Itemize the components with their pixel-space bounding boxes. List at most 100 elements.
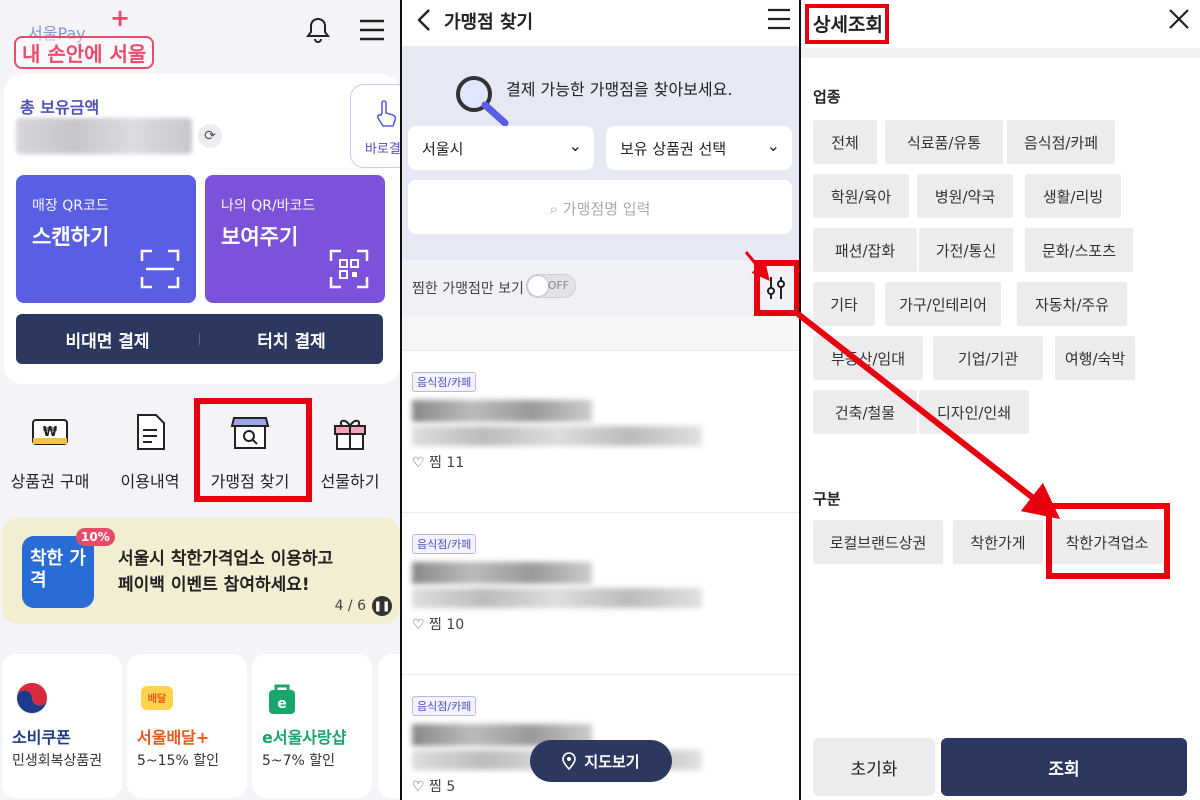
banner-line-2: 페이백 이벤트 참여하세요! (118, 575, 310, 595)
region-select-value: 서울시 (422, 140, 464, 158)
promo-banner[interactable]: 착한 가격 10% 서울시 착한가격업소 이용하고 페이백 이벤트 참여하세요!… (2, 518, 400, 624)
finder-hero: 결제 가능한 가맹점을 찾아보세요. 서울시 ⌄ 보유 상품권 선택 ⌄ ⌕ 가… (402, 46, 799, 260)
location-pin-icon (562, 752, 577, 770)
region-select[interactable]: 서울시 ⌄ (408, 126, 594, 170)
division-chip[interactable]: 로컬브랜드상권 (813, 520, 943, 564)
industry-chip[interactable]: 전체 (813, 120, 877, 164)
hero-text: 결제 가능한 가맹점을 찾아보세요. (506, 80, 733, 99)
banner-line-1: 서울시 착한가격업소 이용하고 (118, 549, 334, 569)
industry-chip[interactable]: 문화/스포츠 (1025, 228, 1133, 272)
logo-slogan: 내 손안에 서울 (14, 36, 155, 69)
scan-qr-tile[interactable]: 매장 QR코드 스캔하기 (16, 175, 196, 303)
menu-buy-voucher[interactable]: ₩ 상품권 구매 (0, 400, 100, 492)
division-section-label: 구분 (813, 490, 841, 508)
likes-count: ♡ 찜 11 (412, 452, 789, 472)
promo-card-e-seoul-shop[interactable]: e e서울사랑샵 5~7% 할인 (252, 654, 372, 798)
balance-amount-blurred (16, 118, 192, 154)
industry-chip[interactable]: 가전/통신 (919, 228, 1013, 272)
industry-chip[interactable]: 기타 (813, 282, 875, 326)
payment-bar: 비대면 결제 터치 결제 (16, 314, 383, 364)
chevron-down-icon: ⌄ (766, 136, 780, 155)
voucher-select[interactable]: 보유 상품권 선택 ⌄ (606, 126, 792, 170)
list-item[interactable]: 음식점/카페 ♡ 찜 11 (402, 350, 799, 512)
show-tile-caption: 나의 QR/바코드 (221, 198, 316, 214)
plus-icon: + (110, 4, 131, 32)
hamburger-menu-icon[interactable] (767, 8, 791, 34)
gift-icon (334, 419, 366, 450)
bell-icon[interactable] (304, 16, 332, 44)
division-chip[interactable]: 착한가게 (953, 520, 1043, 564)
finder-header: 가맹점 찾기 (402, 0, 799, 46)
back-arrow-icon[interactable] (416, 8, 432, 38)
heart-icon[interactable]: ♡ (412, 779, 425, 795)
discount-badge: 10% (76, 528, 115, 546)
favorites-toggle[interactable]: OFF (526, 274, 576, 298)
promo-title: 서울배달+ (137, 728, 210, 747)
industry-chip[interactable]: 건축/철물 (813, 390, 917, 434)
seoulpay-logo: 서울Pay + 내 손안에 서울 (14, 4, 174, 69)
industry-chip[interactable]: 식료품/유통 (885, 120, 1003, 164)
menu-label: 이용내역 (120, 472, 180, 491)
list-item[interactable]: 음식점/카페 ♡ 찜 10 (402, 512, 799, 674)
highlight-box-filter (754, 260, 799, 316)
good-price-icon: 착한 가격 (22, 536, 94, 608)
qr-code-icon (329, 249, 369, 289)
touch-payment-button[interactable]: 터치 결제 (200, 327, 383, 352)
menu-label: 선물하기 (320, 472, 380, 491)
industry-chip[interactable]: 생활/리빙 (1025, 174, 1121, 218)
hand-pointer-icon (376, 100, 397, 127)
banner-text: 서울시 착한가격업소 이용하고 페이백 이벤트 참여하세요! (118, 546, 333, 598)
promo-card-partial[interactable] (378, 654, 400, 798)
banner-page-indicator: 4 / 6 (334, 598, 366, 614)
industry-chip[interactable]: 자동차/주유 (1017, 282, 1127, 326)
promo-card-seoul-delivery[interactable]: 배달 서울배달+ 5~15% 할인 (127, 654, 247, 798)
industry-chip[interactable]: 여행/숙박 (1055, 336, 1135, 380)
map-view-button[interactable]: 지도보기 (530, 740, 672, 782)
promo-subtitle: 5~15% 할인 (137, 753, 219, 769)
shortcut-button[interactable]: 바로결 (350, 84, 400, 168)
industry-chip[interactable]: 병원/약국 (917, 174, 1013, 218)
close-icon[interactable] (1168, 8, 1190, 36)
magnifier-icon (456, 76, 509, 127)
voucher-select-value: 보유 상품권 선택 (620, 140, 727, 158)
taegeuk-icon (16, 682, 48, 714)
highlight-box-find-store (194, 398, 312, 502)
chevron-down-icon: ⌄ (568, 136, 582, 155)
store-search-input[interactable]: ⌕ 가맹점명 입력 (408, 180, 792, 234)
menu-history[interactable]: 이용내역 (100, 400, 200, 492)
industry-chip[interactable]: 학원/육아 (813, 174, 909, 218)
nonface-payment-button[interactable]: 비대면 결제 (16, 327, 199, 352)
likes-text: 찜 10 (429, 617, 465, 633)
svg-text:e: e (277, 696, 287, 712)
likes-text: 찜 5 (429, 779, 456, 795)
refresh-icon[interactable]: ⟳ (198, 124, 222, 148)
industry-chip[interactable]: 부동산/임대 (813, 336, 923, 380)
map-button-label: 지도보기 (584, 752, 640, 771)
document-icon (137, 414, 165, 450)
promo-card-consumer-coupon[interactable]: 소비쿠폰 민생회복상품권 (2, 654, 122, 798)
hamburger-menu-icon[interactable] (358, 16, 386, 44)
page-title: 상세조회 (813, 14, 883, 36)
menu-gift[interactable]: 선물하기 (300, 400, 400, 492)
pause-icon[interactable]: ❚❚ (372, 596, 392, 616)
search-button[interactable]: 조회 (941, 738, 1187, 796)
heart-icon[interactable]: ♡ (412, 455, 425, 471)
favorites-filter-row: 찜한 가맹점만 보기 OFF (402, 260, 799, 316)
category-chip: 음식점/카페 (412, 372, 477, 392)
reset-button[interactable]: 초기화 (813, 738, 935, 796)
industry-chip[interactable]: 기업/기관 (933, 336, 1043, 380)
likes-count: ♡ 찜 10 (412, 614, 789, 634)
industry-chip[interactable]: 패션/잡화 (813, 228, 917, 272)
industry-chip[interactable]: 음식점/카페 (1007, 120, 1115, 164)
store-finder-screen: 가맹점 찾기 결제 가능한 가맹점을 찾아보세요. 서울시 ⌄ 보유 상품권 선… (402, 0, 799, 800)
store-address-blurred (412, 426, 702, 446)
industry-chip[interactable]: 가구/인테리어 (885, 282, 1001, 326)
scan-tile-caption: 매장 QR코드 (32, 198, 109, 214)
shortcut-label: 바로결 (365, 142, 400, 157)
total-balance-label: 총 보유금액 (20, 98, 100, 117)
show-qr-tile[interactable]: 나의 QR/바코드 보여주기 (205, 175, 385, 303)
search-placeholder: 가맹점명 입력 (562, 200, 651, 218)
heart-icon[interactable]: ♡ (412, 617, 425, 633)
show-tile-title: 보여주기 (221, 225, 299, 249)
industry-chip[interactable]: 디자인/인쇄 (919, 390, 1029, 434)
